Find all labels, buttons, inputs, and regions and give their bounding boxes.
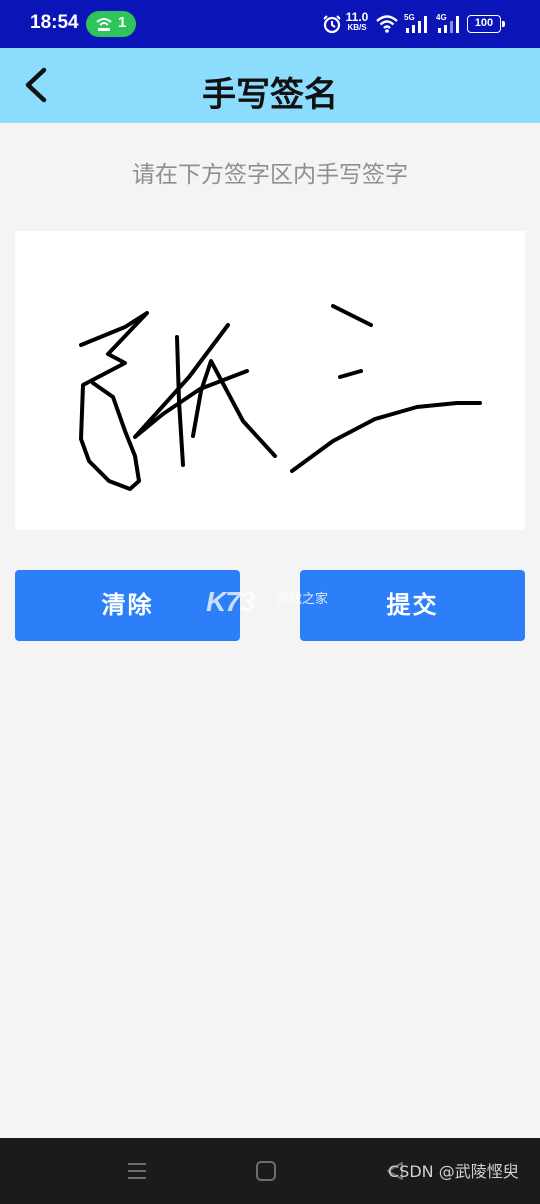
net-speed-unit: KB/S <box>347 23 367 32</box>
network-speed: 11.0 KB/S <box>345 10 369 33</box>
wifi-icon <box>376 15 398 33</box>
signature-hint: 请在下方签字区内手写签字 <box>132 162 408 188</box>
signature-pad[interactable] <box>15 231 525 530</box>
home-icon[interactable] <box>255 1160 277 1182</box>
battery-icon: 100 <box>467 15 505 33</box>
page-title: 手写签名 <box>202 75 338 115</box>
signal-4g-icon <box>438 16 459 33</box>
system-nav-bar: CSDN @武陵悭臾 <box>0 1138 540 1204</box>
status-time: 18:54 <box>30 12 79 33</box>
k73-watermark: K73 游戏之家 <box>206 586 336 620</box>
csdn-credit: CSDN @武陵悭臾 <box>388 1162 519 1181</box>
hotspot-icon <box>96 18 112 31</box>
signal-5g-icon <box>406 16 427 33</box>
alarm-icon <box>323 15 341 34</box>
hotspot-indicator: 1 <box>86 11 136 37</box>
app-header: 手写签名 <box>0 48 540 123</box>
menu-icon[interactable] <box>126 1160 148 1182</box>
watermark-logo: K73 <box>206 586 255 617</box>
status-bar: 18:54 1 11.0 KB/S 5G 4G 100 <box>0 0 540 48</box>
net-speed-value: 11.0 <box>345 10 369 24</box>
signature-strokes <box>79 304 482 491</box>
hotspot-count: 1 <box>118 14 127 31</box>
watermark-text: 游戏之家 <box>276 592 329 607</box>
